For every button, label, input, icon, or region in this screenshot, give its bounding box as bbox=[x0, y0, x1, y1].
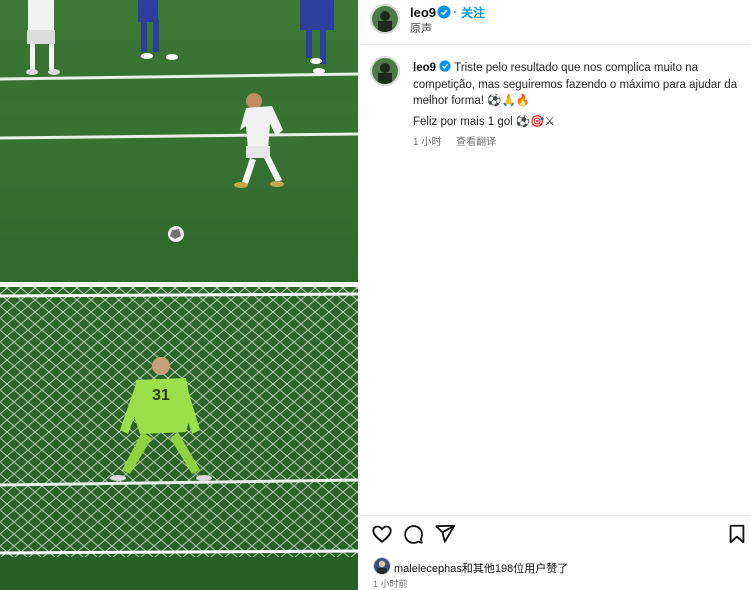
caption-extra: Feliz por mais 1 gol ⚽🎯⚔ bbox=[413, 114, 555, 128]
caption-extra-text: Feliz por mais 1 gol bbox=[413, 116, 513, 128]
penalty-photo: 31 bbox=[0, 0, 358, 590]
verified-badge-icon bbox=[437, 5, 451, 19]
author-avatar[interactable] bbox=[370, 4, 400, 34]
post-time[interactable]: 1 小时前 bbox=[373, 577, 408, 590]
comment-icon[interactable] bbox=[402, 523, 424, 545]
see-translation[interactable]: 查看翻译 bbox=[456, 137, 496, 148]
bookmark-icon[interactable] bbox=[726, 523, 748, 545]
liker-avatar[interactable] bbox=[373, 557, 391, 575]
caption-time: 1 小时 bbox=[413, 137, 442, 148]
post-media[interactable]: 31 bbox=[0, 0, 358, 590]
caption-extra-emojis: ⚽🎯⚔ bbox=[515, 116, 555, 128]
header-divider bbox=[360, 44, 750, 45]
audio-label[interactable]: 原声 bbox=[410, 20, 432, 36]
author-username[interactable]: leo9 bbox=[410, 5, 436, 20]
post-caption: leo9 Triste pelo resultado que nos compl… bbox=[413, 60, 743, 110]
header-dot: · bbox=[453, 4, 457, 18]
caption-meta: 1 小时 查看翻译 bbox=[413, 133, 496, 148]
share-icon[interactable] bbox=[434, 523, 456, 545]
likes-summary[interactable]: malelecephas和其他198位用户赞了 bbox=[394, 560, 568, 576]
caption-text: Triste pelo resultado que nos complica m… bbox=[413, 62, 738, 108]
goalkeeper-number: 31 bbox=[152, 387, 170, 404]
ball bbox=[168, 226, 184, 242]
caption-username[interactable]: leo9 bbox=[413, 62, 436, 74]
caption-avatar[interactable] bbox=[370, 56, 400, 86]
caption-verified-icon bbox=[439, 60, 451, 72]
actions-divider bbox=[360, 515, 750, 516]
follow-button[interactable]: 关注 bbox=[461, 4, 485, 21]
caption-emojis: ⚽🙏🔥 bbox=[487, 95, 531, 108]
post-panel: leo9 · 关注 原声 leo9 Triste pelo resultado … bbox=[360, 0, 750, 590]
heart-icon[interactable] bbox=[371, 523, 393, 545]
